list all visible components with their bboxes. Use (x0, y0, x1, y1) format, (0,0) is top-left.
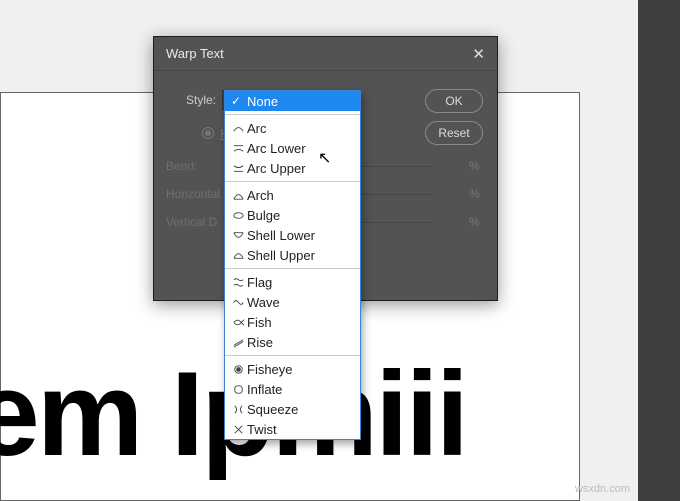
style-option-label: Fisheye (247, 362, 293, 377)
style-option-label: Bulge (247, 208, 280, 223)
style-option-label: Inflate (247, 382, 282, 397)
arch-icon (231, 188, 245, 202)
inflate-icon (231, 382, 245, 396)
style-option-label: None (247, 94, 278, 109)
dropdown-separator (225, 355, 360, 356)
style-option-wave[interactable]: Wave (225, 292, 360, 312)
dialog-titlebar: Warp Text ✕ (154, 37, 497, 71)
style-option-label: Squeeze (247, 402, 298, 417)
dialog-title: Warp Text (166, 46, 224, 61)
style-option-label: Twist (247, 422, 277, 437)
style-option-shell-upper[interactable]: Shell Upper (225, 245, 360, 265)
style-option-none[interactable]: None (225, 91, 360, 111)
flag-icon (231, 275, 245, 289)
arc-lower-icon (231, 141, 245, 155)
style-option-label: Wave (247, 295, 280, 310)
fish-icon (231, 315, 245, 329)
pct-label: % (469, 187, 485, 201)
style-option-label: Fish (247, 315, 272, 330)
dropdown-separator (225, 268, 360, 269)
close-icon[interactable]: ✕ (472, 45, 485, 63)
style-option-flag[interactable]: Flag (225, 272, 360, 292)
rise-icon (231, 335, 245, 349)
wave-icon (231, 295, 245, 309)
pct-label: % (469, 215, 485, 229)
arc-upper-icon (231, 161, 245, 175)
style-option-label: Flag (247, 275, 272, 290)
fisheye-icon (231, 362, 245, 376)
style-option-label: Arc Upper (247, 161, 306, 176)
squeeze-icon (231, 402, 245, 416)
style-label: Style: (166, 93, 216, 107)
horizontal-radio[interactable] (202, 127, 214, 139)
reset-button[interactable]: Reset (425, 121, 483, 145)
watermark-text: wsxdn.com (575, 483, 630, 495)
style-option-inflate[interactable]: Inflate (225, 379, 360, 399)
bulge-icon (231, 208, 245, 222)
dropdown-separator (225, 114, 360, 115)
style-option-shell-lower[interactable]: Shell Lower (225, 225, 360, 245)
dropdown-separator (225, 181, 360, 182)
style-option-fish[interactable]: Fish (225, 312, 360, 332)
style-option-label: Shell Lower (247, 228, 315, 243)
style-option-arc-lower[interactable]: Arc Lower (225, 138, 360, 158)
shell-lower-icon (231, 228, 245, 242)
style-option-rise[interactable]: Rise (225, 332, 360, 352)
style-option-label: Arch (247, 188, 274, 203)
pct-label: % (469, 159, 485, 173)
style-option-fisheye[interactable]: Fisheye (225, 359, 360, 379)
style-option-label: Shell Upper (247, 248, 315, 263)
app-right-panel (638, 0, 680, 501)
style-option-twist[interactable]: Twist (225, 419, 360, 439)
style-option-arch[interactable]: Arch (225, 185, 360, 205)
twist-icon (231, 422, 245, 436)
style-option-arc[interactable]: Arc (225, 118, 360, 138)
style-option-label: Arc (247, 121, 267, 136)
shell-upper-icon (231, 248, 245, 262)
style-option-label: Arc Lower (247, 141, 306, 156)
style-dropdown[interactable]: None Arc Arc Lower Arc Upper Arch Bulge Shell … (224, 90, 361, 440)
style-option-squeeze[interactable]: Squeeze (225, 399, 360, 419)
style-option-bulge[interactable]: Bulge (225, 205, 360, 225)
style-option-arc-upper[interactable]: Arc Upper (225, 158, 360, 178)
style-option-label: Rise (247, 335, 273, 350)
arc-icon (231, 121, 245, 135)
ok-button[interactable]: OK (425, 89, 483, 113)
